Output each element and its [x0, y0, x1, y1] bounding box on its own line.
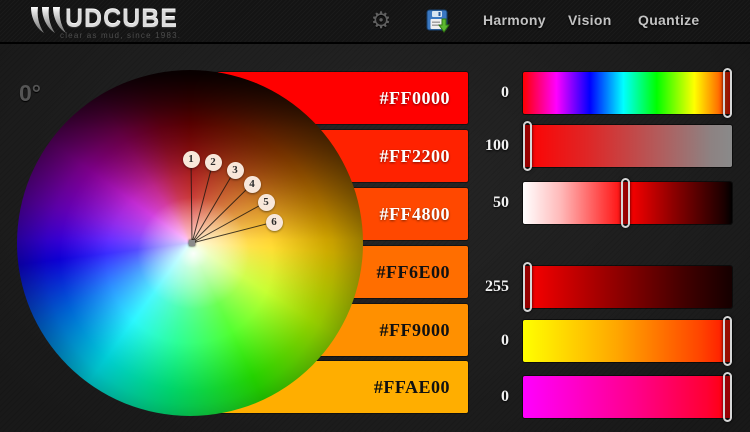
blue-slider-handle[interactable]	[723, 372, 732, 422]
hue-slider-track[interactable]	[523, 72, 732, 114]
gear-icon: ⚙	[371, 7, 392, 33]
logo-tagline: clear as mud, since 1983.	[60, 31, 181, 40]
saturation-value: 100	[485, 125, 509, 167]
wheel-center-handle[interactable]	[189, 240, 195, 246]
nav-item-harmony[interactable]: Harmony	[483, 12, 546, 28]
green-slider-track[interactable]	[523, 320, 732, 362]
saturation-slider-handle[interactable]	[523, 121, 532, 171]
nav-item-quantize[interactable]: Quantize	[638, 12, 700, 28]
red-slider-handle[interactable]	[523, 262, 532, 312]
red-slider-track[interactable]	[523, 266, 732, 308]
wheel-marker-5[interactable]: 5	[258, 194, 275, 211]
blue-slider-track[interactable]	[523, 376, 732, 418]
hue-slider-handle[interactable]	[723, 68, 732, 118]
wheel-marker-6[interactable]: 6	[266, 214, 283, 231]
save-button[interactable]	[426, 9, 450, 33]
wheel-marker-3[interactable]: 3	[227, 162, 244, 179]
main-panel: 0° #FF0000 #FF2200 #FF4800 #FF6E00 #FF90…	[0, 44, 750, 432]
lightness-value: 50	[493, 182, 509, 224]
saturation-slider-track[interactable]	[523, 125, 732, 167]
lightness-slider-track[interactable]	[523, 182, 732, 224]
lightness-slider-handle[interactable]	[621, 178, 630, 228]
floppy-save-icon	[426, 9, 450, 33]
wheel-marker-4[interactable]: 4	[244, 176, 261, 193]
hue-value: 0	[501, 72, 509, 114]
green-slider-handle[interactable]	[723, 316, 732, 366]
blue-value: 0	[501, 376, 509, 418]
wheel-marker-1[interactable]: 1	[183, 151, 200, 168]
wheel-marker-2[interactable]: 2	[205, 154, 222, 171]
logo-wordmark: UDCUBE	[65, 5, 178, 34]
app-header: UDCUBE clear as mud, since 1983. ⚙ Harmo…	[0, 0, 750, 44]
red-value: 255	[485, 266, 509, 308]
green-value: 0	[501, 320, 509, 362]
nav-item-vision[interactable]: Vision	[568, 12, 612, 28]
settings-button[interactable]: ⚙	[366, 4, 396, 36]
